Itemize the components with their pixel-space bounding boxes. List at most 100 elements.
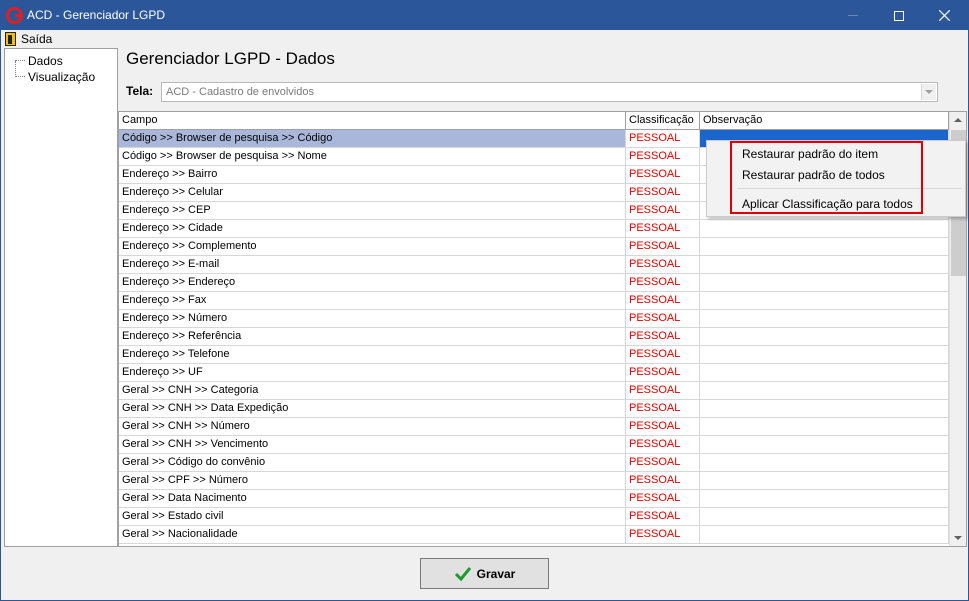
table-row[interactable]: Geral >> CNH >> Número PESSOAL [119, 418, 949, 436]
tree-item-dados[interactable]: Dados [5, 53, 117, 77]
cell-observacao[interactable] [700, 508, 949, 525]
table-row[interactable]: Endereço >> Fax PESSOAL [119, 292, 949, 310]
cell-campo[interactable]: Geral >> Data Nacimento [119, 490, 626, 507]
cell-classificacao[interactable]: PESSOAL [626, 166, 700, 183]
cell-observacao[interactable] [700, 256, 949, 273]
cell-campo[interactable]: Geral >> Código do convênio [119, 454, 626, 471]
table-row[interactable]: Geral >> Estado civil PESSOAL [119, 508, 949, 526]
title-bar[interactable]: ACD - Gerenciador LGPD [1, 1, 968, 30]
table-row[interactable]: Geral >> Nacionalidade PESSOAL [119, 526, 949, 544]
table-row[interactable]: Geral >> Código do convênio PESSOAL [119, 454, 949, 472]
cell-classificacao[interactable]: PESSOAL [626, 382, 700, 399]
close-button[interactable] [922, 1, 968, 30]
menu-item-restaurar-item[interactable]: Restaurar padrão do item [742, 147, 878, 161]
cell-classificacao[interactable]: PESSOAL [626, 472, 700, 489]
column-header-campo[interactable]: Campo [119, 112, 626, 129]
menu-exit[interactable]: Saída [5, 31, 52, 47]
table-row[interactable]: Geral >> CNH >> Categoria PESSOAL [119, 382, 949, 400]
cell-campo[interactable]: Endereço >> Cidade [119, 220, 626, 237]
cell-classificacao[interactable]: PESSOAL [626, 346, 700, 363]
cell-campo[interactable]: Geral >> Estado civil [119, 508, 626, 525]
table-row[interactable]: Endereço >> Referência PESSOAL [119, 328, 949, 346]
table-row[interactable]: Endereço >> E-mail PESSOAL [119, 256, 949, 274]
cell-observacao[interactable] [700, 364, 949, 381]
cell-campo[interactable]: Geral >> CNH >> Categoria [119, 382, 626, 399]
cell-campo[interactable]: Endereço >> Fax [119, 292, 626, 309]
cell-campo[interactable]: Endereço >> Número [119, 310, 626, 327]
menu-item-aplicar-classificacao[interactable]: Aplicar Classificação para todos [742, 197, 913, 211]
table-row[interactable]: Endereço >> Número PESSOAL [119, 310, 949, 328]
cell-observacao[interactable] [700, 526, 949, 543]
cell-campo[interactable]: Endereço >> Endereço [119, 274, 626, 291]
cell-campo[interactable]: Geral >> CNH >> Número [119, 418, 626, 435]
cell-campo[interactable]: Endereço >> CEP [119, 202, 626, 219]
cell-campo[interactable]: Endereço >> Celular [119, 184, 626, 201]
scroll-up-arrow-icon[interactable] [950, 112, 966, 129]
cell-campo[interactable]: Endereço >> Bairro [119, 166, 626, 183]
cell-observacao[interactable] [700, 292, 949, 309]
cell-observacao[interactable] [700, 454, 949, 471]
cell-campo[interactable]: Código >> Browser de pesquisa >> Código [119, 130, 626, 147]
table-row[interactable]: Geral >> CPF >> Número PESSOAL [119, 472, 949, 490]
cell-observacao[interactable] [700, 382, 949, 399]
cell-classificacao[interactable]: PESSOAL [626, 310, 700, 327]
save-button[interactable]: Gravar [420, 558, 549, 589]
cell-classificacao[interactable]: PESSOAL [626, 130, 700, 147]
cell-campo[interactable]: Endereço >> Complemento [119, 238, 626, 255]
cell-campo[interactable]: Geral >> Nacionalidade [119, 526, 626, 543]
cell-observacao[interactable] [700, 310, 949, 327]
cell-classificacao[interactable]: PESSOAL [626, 364, 700, 381]
cell-campo[interactable]: Geral >> CNH >> Data Expedição [119, 400, 626, 417]
cell-observacao[interactable] [700, 418, 949, 435]
cell-campo[interactable]: Endereço >> Referência [119, 328, 626, 345]
cell-observacao[interactable] [700, 346, 949, 363]
cell-observacao[interactable] [700, 220, 949, 237]
cell-campo[interactable]: Geral >> CNH >> Vencimento [119, 436, 626, 453]
tree-item-visualizacao[interactable]: Visualização [5, 69, 117, 85]
table-row[interactable]: Endereço >> Telefone PESSOAL [119, 346, 949, 364]
cell-campo[interactable]: Endereço >> E-mail [119, 256, 626, 273]
cell-observacao[interactable] [700, 490, 949, 507]
tela-select[interactable]: ACD - Cadastro de envolvidos [161, 82, 938, 102]
cell-classificacao[interactable]: PESSOAL [626, 328, 700, 345]
cell-observacao[interactable] [700, 238, 949, 255]
cell-observacao[interactable] [700, 436, 949, 453]
cell-classificacao[interactable]: PESSOAL [626, 202, 700, 219]
cell-campo[interactable]: Endereço >> Telefone [119, 346, 626, 363]
cell-classificacao[interactable]: PESSOAL [626, 220, 700, 237]
table-row[interactable]: Endereço >> Complemento PESSOAL [119, 238, 949, 256]
table-row[interactable]: Endereço >> Endereço PESSOAL [119, 274, 949, 292]
table-row[interactable]: Geral >> CNH >> Vencimento PESSOAL [119, 436, 949, 454]
cell-classificacao[interactable]: PESSOAL [626, 292, 700, 309]
column-header-classificacao[interactable]: Classificação [626, 112, 700, 129]
maximize-button[interactable] [876, 1, 922, 30]
cell-classificacao[interactable]: PESSOAL [626, 400, 700, 417]
table-row[interactable]: Endereço >> UF PESSOAL [119, 364, 949, 382]
cell-classificacao[interactable]: PESSOAL [626, 148, 700, 165]
cell-classificacao[interactable]: PESSOAL [626, 238, 700, 255]
chevron-down-icon[interactable] [921, 84, 936, 100]
cell-classificacao[interactable]: PESSOAL [626, 508, 700, 525]
cell-classificacao[interactable]: PESSOAL [626, 454, 700, 471]
cell-classificacao[interactable]: PESSOAL [626, 256, 700, 273]
column-header-observacao[interactable]: Observação [700, 112, 949, 129]
cell-classificacao[interactable]: PESSOAL [626, 526, 700, 543]
cell-classificacao[interactable]: PESSOAL [626, 184, 700, 201]
cell-observacao[interactable] [700, 328, 949, 345]
cell-campo[interactable]: Geral >> CPF >> Número [119, 472, 626, 489]
cell-classificacao[interactable]: PESSOAL [626, 274, 700, 291]
cell-campo[interactable]: Endereço >> UF [119, 364, 626, 381]
cell-campo[interactable]: Código >> Browser de pesquisa >> Nome [119, 148, 626, 165]
cell-observacao[interactable] [700, 472, 949, 489]
cell-classificacao[interactable]: PESSOAL [626, 436, 700, 453]
cell-classificacao[interactable]: PESSOAL [626, 418, 700, 435]
cell-observacao[interactable] [700, 274, 949, 291]
menu-item-restaurar-todos[interactable]: Restaurar padrão de todos [742, 168, 885, 182]
cell-observacao[interactable] [700, 400, 949, 417]
table-row[interactable]: Geral >> Data Nacimento PESSOAL [119, 490, 949, 508]
scroll-down-arrow-icon[interactable] [950, 529, 966, 546]
minimize-button[interactable] [830, 1, 876, 30]
table-row[interactable]: Endereço >> Cidade PESSOAL [119, 220, 949, 238]
table-row[interactable]: Geral >> CNH >> Data Expedição PESSOAL [119, 400, 949, 418]
cell-classificacao[interactable]: PESSOAL [626, 490, 700, 507]
